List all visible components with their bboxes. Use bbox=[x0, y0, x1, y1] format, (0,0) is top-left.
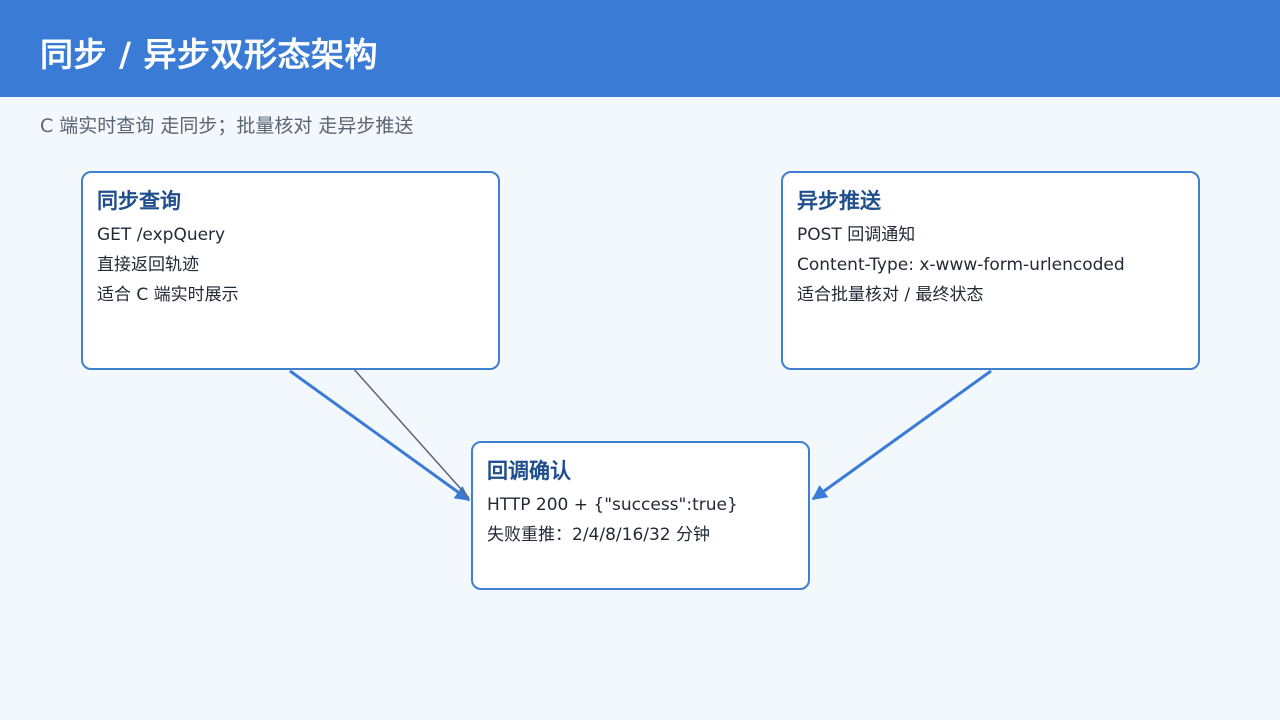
node-async-push-line: POST 回调通知 bbox=[797, 225, 916, 245]
page-title: 同步 / 异步双形态架构 bbox=[40, 35, 379, 74]
node-callback-confirm-line: 失败重推：2/4/8/16/32 分钟 bbox=[487, 525, 711, 545]
node-async-push-line: Content-Type: x-www-form-urlencoded bbox=[797, 255, 1125, 275]
node-sync-query: 同步查询 GET /expQuery 直接返回轨迹 适合 C 端实时展示 bbox=[81, 171, 500, 370]
node-async-push-title: 异步推送 bbox=[797, 189, 881, 213]
node-callback-confirm-title: 回调确认 bbox=[487, 459, 571, 483]
node-callback-confirm: 回调确认 HTTP 200 + {"success":true} 失败重推：2/… bbox=[471, 441, 810, 590]
header-bar: 同步 / 异步双形态架构 bbox=[0, 0, 1280, 97]
node-sync-query-title: 同步查询 bbox=[97, 189, 181, 213]
node-async-push: 异步推送 POST 回调通知 Content-Type: x-www-form-… bbox=[781, 171, 1200, 370]
page-subtitle: C 端实时查询 走同步；批量核对 走异步推送 bbox=[40, 115, 414, 137]
edge-sync-to-callback bbox=[289, 369, 471, 502]
node-async-push-line: 适合批量核对 / 最终状态 bbox=[797, 285, 984, 305]
node-sync-query-line: 直接返回轨迹 bbox=[97, 255, 199, 275]
node-callback-confirm-line: HTTP 200 + {"success":true} bbox=[487, 495, 738, 515]
edge-async-to-callback bbox=[811, 369, 992, 501]
node-sync-query-line: 适合 C 端实时展示 bbox=[97, 285, 239, 305]
node-sync-query-line: GET /expQuery bbox=[97, 225, 226, 245]
